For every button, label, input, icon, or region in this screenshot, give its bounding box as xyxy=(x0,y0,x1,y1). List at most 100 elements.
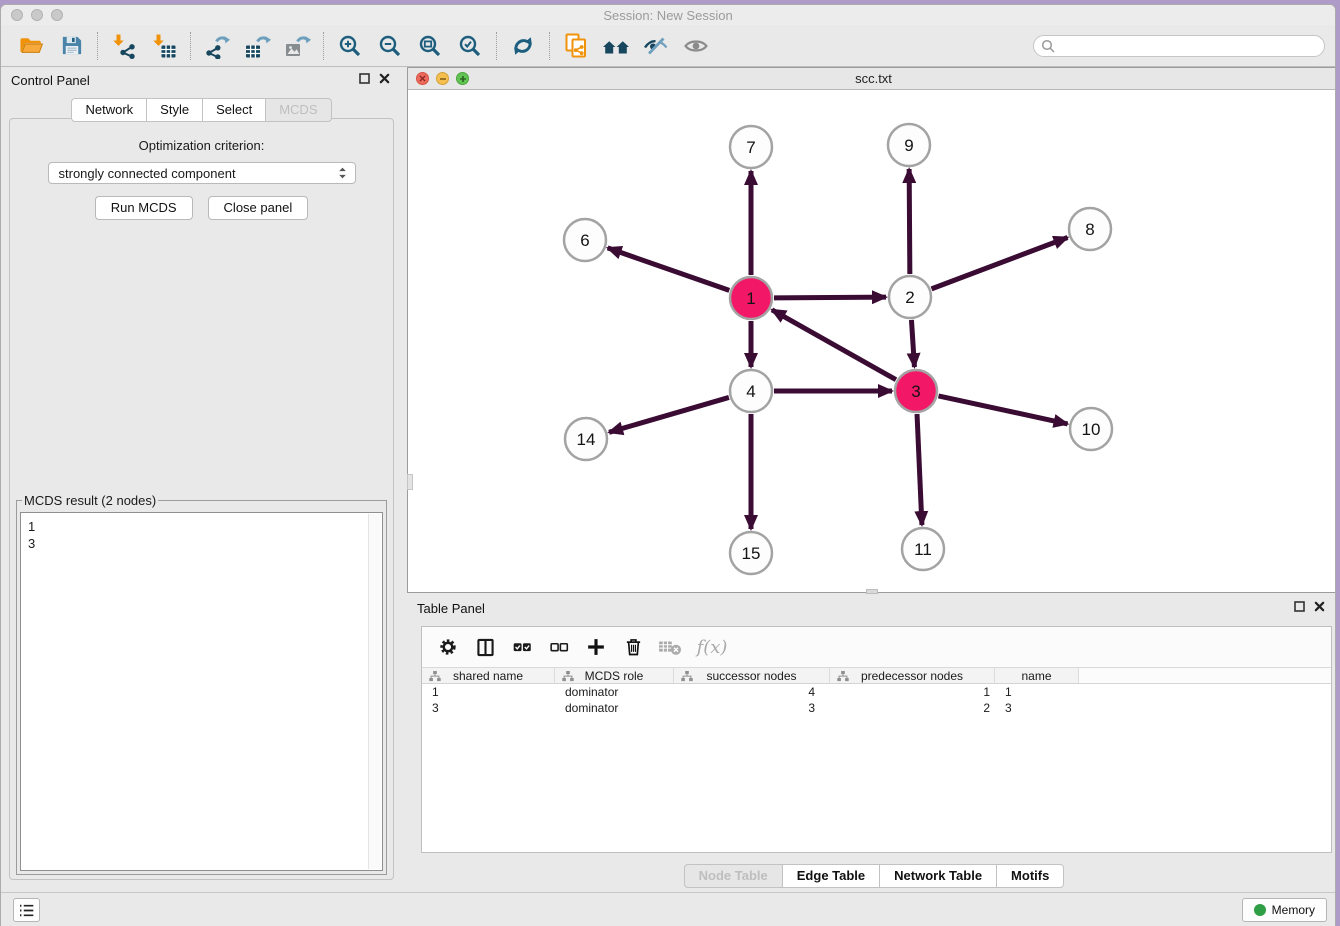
graph-node-6[interactable]: 6 xyxy=(564,219,606,261)
cell-successor-nodes[interactable]: 4 xyxy=(674,684,830,700)
horizontal-splitter-grip[interactable] xyxy=(866,589,878,594)
hide-selected-button[interactable] xyxy=(636,29,676,63)
cell-shared-name[interactable]: 1 xyxy=(422,684,555,700)
graph-node-15[interactable]: 15 xyxy=(730,532,772,574)
close-panel-icon[interactable] xyxy=(1314,601,1325,612)
cell-name[interactable]: 3 xyxy=(995,700,1079,716)
search-input[interactable] xyxy=(1060,39,1317,53)
cell-name[interactable]: 1 xyxy=(995,684,1079,700)
select-all-button[interactable] xyxy=(505,632,539,662)
tab-select[interactable]: Select xyxy=(202,98,266,122)
cell-predecessor-nodes[interactable]: 2 xyxy=(830,700,995,716)
column-header-mcds-role[interactable]: MCDS role xyxy=(555,668,674,683)
node-label: 14 xyxy=(577,430,596,449)
cell-shared-name[interactable]: 3 xyxy=(422,700,555,716)
graph-node-8[interactable]: 8 xyxy=(1069,208,1111,250)
memory-button[interactable]: Memory xyxy=(1242,898,1327,922)
graph-node-2[interactable]: 2 xyxy=(889,276,931,318)
import-table-button[interactable] xyxy=(144,29,184,63)
edge-4-14[interactable] xyxy=(609,397,729,432)
column-header-successor-nodes[interactable]: successor nodes xyxy=(674,668,830,683)
toolbar-separator xyxy=(496,32,497,60)
tab-motifs[interactable]: Motifs xyxy=(996,864,1064,888)
network-from-selection-button[interactable] xyxy=(556,29,596,63)
edge-3-10[interactable] xyxy=(938,396,1067,424)
result-line: 3 xyxy=(28,535,362,552)
delete-table-icon xyxy=(657,636,683,658)
node-label: 10 xyxy=(1082,420,1101,439)
export-image-button[interactable] xyxy=(277,29,317,63)
graph-node-3[interactable]: 3 xyxy=(895,370,937,412)
edge-2-8[interactable] xyxy=(932,237,1068,288)
tab-style[interactable]: Style xyxy=(146,98,203,122)
graph-node-10[interactable]: 10 xyxy=(1070,408,1112,450)
mcds-panel: Optimization criterion: strongly connect… xyxy=(9,118,394,880)
task-history-button[interactable] xyxy=(13,898,40,922)
import-network-button[interactable] xyxy=(104,29,144,63)
table-mode-button[interactable] xyxy=(431,632,465,662)
criterion-dropdown[interactable]: strongly connected component xyxy=(48,162,356,184)
edge-3-11[interactable] xyxy=(917,414,922,525)
edge-1-2[interactable] xyxy=(774,297,886,298)
toolbar-separator xyxy=(97,32,98,60)
show-columns-button[interactable] xyxy=(468,632,502,662)
column-header-shared-name[interactable]: shared name xyxy=(422,668,555,683)
cell-successor-nodes[interactable]: 3 xyxy=(674,700,830,716)
result-scrollbar[interactable] xyxy=(368,514,381,869)
deselect-all-button[interactable] xyxy=(542,632,576,662)
first-neighbors-button[interactable] xyxy=(596,29,636,63)
gear-icon xyxy=(436,635,460,659)
network-window-titlebar[interactable]: scc.txt xyxy=(408,68,1336,90)
memory-status-dot xyxy=(1254,904,1266,916)
edge-2-3[interactable] xyxy=(911,320,914,367)
network-canvas[interactable]: 7 9 6 8 1 2 4 3 14 10 15 11 xyxy=(408,90,1336,592)
mcds-result-list[interactable]: 13 xyxy=(20,512,383,871)
apply-layout-button[interactable] xyxy=(503,29,543,63)
float-panel-icon[interactable] xyxy=(359,73,370,84)
cell-predecessor-nodes[interactable]: 1 xyxy=(830,684,995,700)
column-header-name[interactable]: name xyxy=(995,668,1079,683)
delete-column-button[interactable] xyxy=(616,632,650,662)
tab-network-table[interactable]: Network Table xyxy=(879,864,997,888)
edge-1-6[interactable] xyxy=(608,248,730,290)
zoom-fit-button[interactable] xyxy=(410,29,450,63)
table-row[interactable]: 3dominator323 xyxy=(422,700,1331,716)
export-network-button[interactable] xyxy=(197,29,237,63)
add-column-button[interactable] xyxy=(579,632,613,662)
edge-2-9[interactable] xyxy=(909,169,910,274)
tab-mcds[interactable]: MCDS xyxy=(265,98,331,122)
cell-mcds-role[interactable]: dominator xyxy=(555,684,674,700)
export-table-button[interactable] xyxy=(237,29,277,63)
run-mcds-button[interactable]: Run MCDS xyxy=(95,196,193,220)
tab-network[interactable]: Network xyxy=(71,98,147,122)
delete-table-button[interactable] xyxy=(653,632,687,662)
show-all-button[interactable] xyxy=(676,29,716,63)
graph-node-11[interactable]: 11 xyxy=(902,528,944,570)
zoom-out-button[interactable] xyxy=(370,29,410,63)
float-panel-icon[interactable] xyxy=(1294,601,1305,612)
tab-node-table[interactable]: Node Table xyxy=(684,864,783,888)
close-panel-button[interactable]: Close panel xyxy=(208,196,309,220)
zoom-in-button[interactable] xyxy=(330,29,370,63)
table-row[interactable]: 1dominator411 xyxy=(422,684,1331,700)
result-line: 1 xyxy=(28,518,362,535)
search-field[interactable] xyxy=(1033,35,1325,57)
graph-node-7[interactable]: 7 xyxy=(730,126,772,168)
column-header-predecessor-nodes[interactable]: predecessor nodes xyxy=(830,668,995,683)
zoom-selected-button[interactable] xyxy=(450,29,490,63)
cell-mcds-role[interactable]: dominator xyxy=(555,700,674,716)
panel-splitter-grip[interactable] xyxy=(407,474,413,490)
graph-node-14[interactable]: 14 xyxy=(565,418,607,460)
close-panel-icon[interactable] xyxy=(379,73,390,84)
tab-edge-table[interactable]: Edge Table xyxy=(782,864,880,888)
graph-node-4[interactable]: 4 xyxy=(730,370,772,412)
open-file-button[interactable] xyxy=(11,29,51,63)
graph-node-9[interactable]: 9 xyxy=(888,124,930,166)
edge-3-1[interactable] xyxy=(772,310,896,380)
two-houses-icon xyxy=(601,33,631,59)
function-builder-button[interactable]: f(x) xyxy=(690,632,734,662)
table-tabs: Node TableEdge TableNetwork TableMotifs xyxy=(407,864,1336,888)
result-lines: 13 xyxy=(28,518,362,552)
graph-node-1[interactable]: 1 xyxy=(730,277,772,319)
save-session-button[interactable] xyxy=(51,29,91,63)
